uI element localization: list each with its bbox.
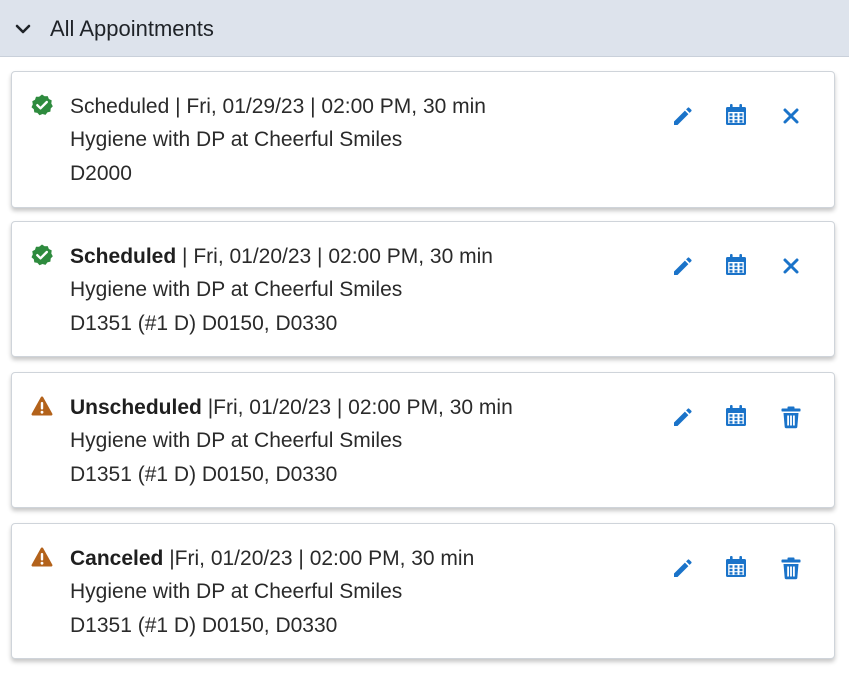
appointment-description: Hygiene with DP at Cheerful Smiles xyxy=(70,580,403,603)
trash-icon[interactable] xyxy=(777,403,805,431)
appointment-datetime: |Fri, 01/20/23 | 02:00 PM, 30 min xyxy=(163,547,475,570)
warning-icon xyxy=(31,396,53,416)
chevron-down-icon[interactable] xyxy=(14,20,32,38)
edit-pencil-icon[interactable] xyxy=(669,102,697,130)
edit-pencil-icon[interactable] xyxy=(669,252,697,280)
procedure-codes: D2000 xyxy=(70,162,132,185)
all-appointments-header[interactable]: All Appointments xyxy=(0,0,849,57)
appointment-card: Canceled |Fri, 01/20/23 | 02:00 PM, 30 m… xyxy=(11,523,835,659)
status-label: Scheduled xyxy=(70,95,170,118)
appointment-datetime: |Fri, 01/20/23 | 02:00 PM, 30 min xyxy=(201,396,513,419)
appointment-description: Hygiene with DP at Cheerful Smiles xyxy=(70,128,403,151)
procedure-codes: D1351 (#1 D) D0150, D0330 xyxy=(70,312,338,335)
appointment-description: Hygiene with DP at Cheerful Smiles xyxy=(70,278,403,301)
calendar-icon[interactable] xyxy=(722,101,750,129)
appointment-card: Scheduled | Fri, 01/20/23 | 02:00 PM, 30… xyxy=(11,221,835,357)
appointment-datetime: | Fri, 01/29/23 | 02:00 PM, 30 min xyxy=(169,95,486,118)
appointment-card: Scheduled | Fri, 01/29/23 | 02:00 PM, 30… xyxy=(11,71,835,208)
calendar-icon[interactable] xyxy=(722,402,750,430)
trash-icon[interactable] xyxy=(777,554,805,582)
calendar-icon[interactable] xyxy=(722,553,750,581)
appointment-summary: Scheduled | Fri, 01/20/23 | 02:00 PM, 30… xyxy=(70,244,493,270)
procedure-codes: D1351 (#1 D) D0150, D0330 xyxy=(70,463,338,486)
close-icon[interactable] xyxy=(777,102,805,130)
appointment-summary: Scheduled | Fri, 01/29/23 | 02:00 PM, 30… xyxy=(70,94,486,120)
appointment-summary: Unscheduled |Fri, 01/20/23 | 02:00 PM, 3… xyxy=(70,395,513,421)
edit-pencil-icon[interactable] xyxy=(669,554,697,582)
calendar-icon[interactable] xyxy=(722,251,750,279)
check-badge-icon xyxy=(31,244,53,266)
status-label: Canceled xyxy=(70,547,164,570)
section-title: All Appointments xyxy=(50,16,214,41)
status-label: Scheduled xyxy=(70,245,177,268)
appointment-datetime: | Fri, 01/20/23 | 02:00 PM, 30 min xyxy=(176,245,493,268)
status-label: Unscheduled xyxy=(70,396,202,419)
check-badge-icon xyxy=(31,94,53,116)
warning-icon xyxy=(31,547,53,567)
close-icon[interactable] xyxy=(777,252,805,280)
appointment-card: Unscheduled |Fri, 01/20/23 | 02:00 PM, 3… xyxy=(11,372,835,508)
procedure-codes: D1351 (#1 D) D0150, D0330 xyxy=(70,614,338,637)
appointment-description: Hygiene with DP at Cheerful Smiles xyxy=(70,429,403,452)
appointment-summary: Canceled |Fri, 01/20/23 | 02:00 PM, 30 m… xyxy=(70,546,474,572)
edit-pencil-icon[interactable] xyxy=(669,403,697,431)
